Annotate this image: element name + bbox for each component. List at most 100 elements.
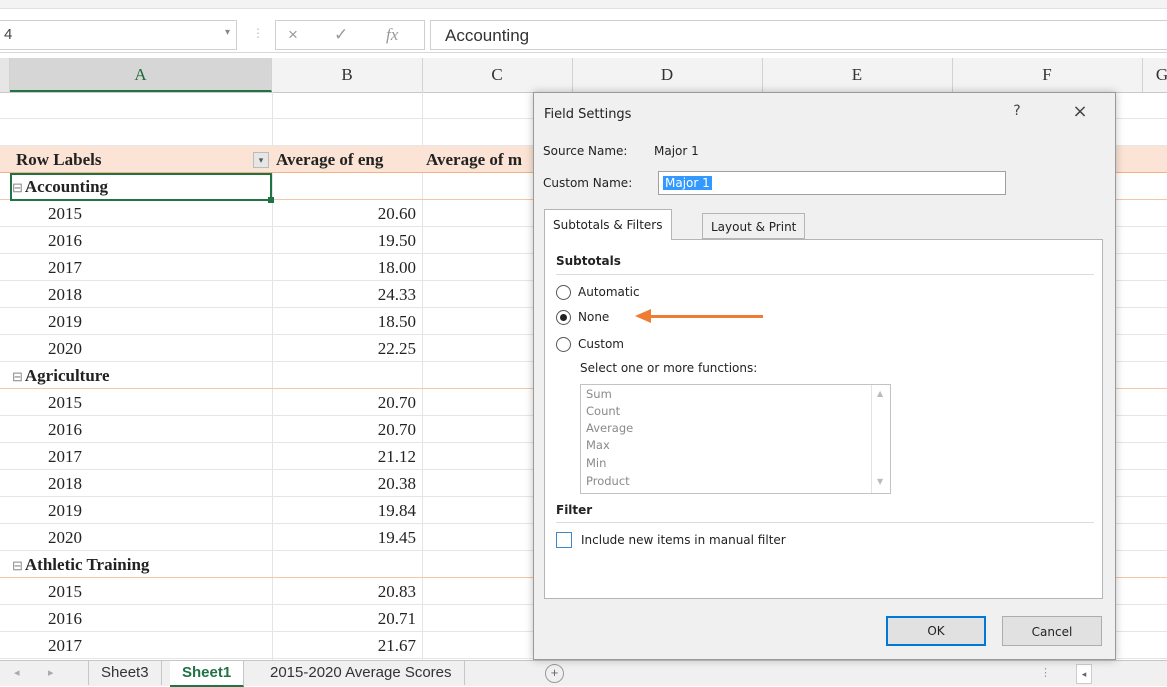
value-cell: 21.67 [377, 636, 416, 655]
average-eng-header[interactable]: Average of eng [276, 146, 383, 173]
custom-radio[interactable] [556, 337, 571, 352]
formula-text: Accounting [445, 26, 530, 45]
year-cell: 2018 [48, 285, 82, 304]
value-cell: 18.00 [377, 258, 416, 277]
year-cell: 2020 [48, 339, 82, 358]
list-item[interactable]: Average [586, 421, 633, 435]
year-cell: 2020 [48, 528, 82, 547]
column-header-d[interactable]: D [572, 58, 763, 92]
collapse-icon[interactable]: ⊟ [12, 558, 23, 573]
tab-layout-print[interactable]: Layout & Print [702, 213, 806, 239]
none-radio[interactable] [556, 310, 571, 325]
list-item[interactable]: Count [586, 404, 620, 418]
year-cell: 2019 [48, 501, 82, 520]
scroll-up-icon[interactable]: ▲ [877, 389, 883, 398]
year-cell: 2017 [48, 258, 82, 277]
value-cell: 21.12 [377, 447, 416, 466]
tab-sheet1[interactable]: Sheet1 [170, 661, 245, 687]
group-label[interactable]: ⊟ Agriculture [12, 362, 110, 389]
chevron-down-icon[interactable]: ▾ [225, 27, 230, 38]
fill-handle[interactable] [268, 197, 274, 203]
value-cell: 20.70 [377, 393, 416, 412]
functions-listbox[interactable]: Sum Count Average Max Min Product ▲ ▼ [580, 384, 891, 494]
subtotals-filters-panel: Subtotals Automatic None Custom Select o… [544, 239, 1103, 599]
tab-average-scores[interactable]: 2015-2020 Average Scores [258, 661, 465, 685]
collapse-icon[interactable]: ⊟ [12, 369, 23, 384]
name-box-value: 4 [4, 26, 13, 43]
include-new-items-checkbox[interactable] [556, 532, 572, 548]
value-cell: 18.50 [377, 312, 416, 331]
hscroll-left-icon[interactable]: ◂ [1076, 664, 1092, 684]
active-cell-selection[interactable] [10, 173, 274, 203]
column-header-g[interactable]: G [1142, 58, 1167, 92]
automatic-label[interactable]: Automatic [578, 285, 640, 299]
year-cell: 2019 [48, 312, 82, 331]
scroll-right-icon[interactable]: ▸ [48, 666, 54, 679]
cancel-icon[interactable]: × [288, 25, 298, 45]
row-labels-header: Row Labels [16, 150, 102, 169]
tab-subtotals-filters[interactable]: Subtotals & Filters [544, 209, 672, 240]
year-cell: 2016 [48, 231, 82, 250]
group-name: Agriculture [24, 366, 110, 385]
sheet-tab-bar: ◂ ▸ Sheet3 Sheet1 2015-2020 Average Scor… [0, 660, 1167, 687]
scroll-left-icon[interactable]: ◂ [14, 666, 20, 679]
name-box[interactable]: 4 ▾ [0, 20, 237, 50]
value-cell: 20.71 [377, 609, 416, 628]
field-settings-dialog: Field Settings ? × Source Name: Major 1 … [533, 92, 1116, 660]
group-name: Athletic Training [24, 555, 150, 574]
cancel-button[interactable]: Cancel [1002, 616, 1102, 646]
year-cell: 2017 [48, 447, 82, 466]
close-icon[interactable]: × [1070, 101, 1090, 122]
list-item[interactable]: Max [586, 438, 610, 452]
column-header-a[interactable]: A [10, 58, 272, 92]
source-name-label: Source Name: [543, 144, 628, 158]
list-item[interactable]: Sum [586, 387, 612, 401]
filter-dropdown-icon[interactable]: ▾ [253, 152, 269, 168]
average-m-header[interactable]: Average of m [426, 146, 522, 173]
scroll-down-icon[interactable]: ▼ [877, 477, 883, 486]
include-new-items-label[interactable]: Include new items in manual filter [581, 533, 786, 547]
custom-name-selected-text: Major 1 [663, 176, 712, 190]
year-cell: 2016 [48, 420, 82, 439]
custom-label[interactable]: Custom [578, 337, 624, 351]
formula-input[interactable]: Accounting [430, 20, 1167, 50]
filter-heading: Filter [556, 503, 593, 517]
help-icon[interactable]: ? [1009, 103, 1025, 119]
column-header-b[interactable]: B [272, 58, 423, 92]
enter-icon[interactable]: ✓ [334, 25, 348, 45]
none-label[interactable]: None [578, 310, 609, 324]
year-cell: 2015 [48, 393, 82, 412]
divider [556, 274, 1094, 275]
tab-sheet3[interactable]: Sheet3 [88, 661, 162, 685]
column-header-e[interactable]: E [762, 58, 953, 92]
ok-button[interactable]: OK [886, 616, 986, 646]
ribbon-edge [0, 0, 1167, 9]
insert-function-icon[interactable]: fx [386, 25, 398, 45]
automatic-radio[interactable] [556, 285, 571, 300]
value-cell: 19.50 [377, 231, 416, 250]
year-cell: 2018 [48, 474, 82, 493]
column-headers: A B C D E F G [0, 58, 1167, 93]
list-item[interactable]: Product [586, 474, 630, 488]
formula-buttons: × ✓ fx [275, 20, 425, 50]
formula-bar-grip-icon[interactable]: ⋮ [252, 26, 264, 40]
formula-bar: 4 ▾ ⋮ × ✓ fx Accounting [0, 0, 1167, 53]
year-cell: 2015 [48, 582, 82, 601]
year-cell: 2015 [48, 204, 82, 223]
tab-split-icon[interactable]: ⋮ [1040, 666, 1051, 679]
subtotals-heading: Subtotals [556, 254, 621, 268]
dialog-title: Field Settings [544, 107, 632, 122]
select-all-corner[interactable] [0, 58, 10, 92]
custom-name-input[interactable]: Major 1 [658, 171, 1006, 195]
add-sheet-icon[interactable]: + [545, 664, 564, 683]
value-cell: 24.33 [377, 285, 416, 304]
value-cell: 19.84 [377, 501, 416, 520]
value-cell: 20.60 [377, 204, 416, 223]
column-header-c[interactable]: C [422, 58, 573, 92]
column-header-f[interactable]: F [952, 58, 1143, 92]
list-item[interactable]: Min [586, 456, 606, 470]
annotation-arrow-icon [635, 309, 765, 323]
divider [556, 522, 1094, 523]
group-label[interactable]: ⊟ Athletic Training [12, 551, 149, 578]
list-scrollbar[interactable]: ▲ ▼ [871, 385, 890, 493]
